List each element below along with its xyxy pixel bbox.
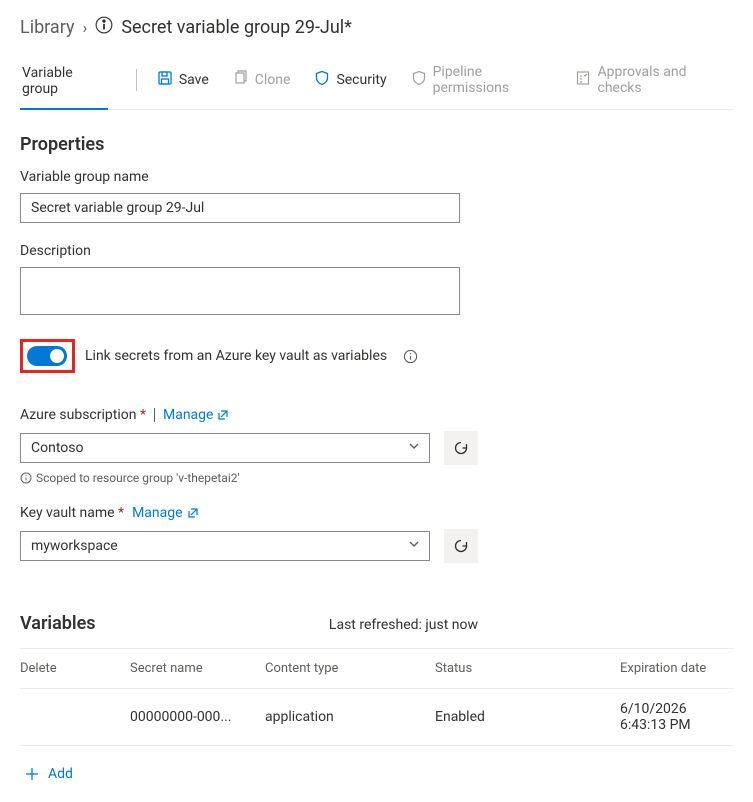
name-input[interactable] — [20, 193, 460, 223]
subscription-manage-link[interactable]: Manage — [163, 407, 229, 423]
subscription-helper: Scoped to resource group 'v-thepetai2' — [20, 471, 733, 485]
table-row[interactable]: 00000000-000... application Enabled 6/10… — [20, 689, 733, 746]
row-secret-name: 00000000-000... — [130, 697, 265, 737]
clone-button: Clone — [223, 62, 301, 102]
shield-icon — [314, 70, 330, 90]
keyvault-label: Key vault name * — [20, 505, 124, 521]
description-label: Description — [20, 243, 733, 259]
table-header: Delete Secret name Content type Status E… — [20, 649, 733, 689]
last-refreshed: Last refreshed: just now — [329, 617, 478, 633]
keyvault-select[interactable] — [20, 531, 430, 561]
clone-label: Clone — [255, 72, 291, 88]
breadcrumb: Library › Secret variable group 29-Jul* — [20, 16, 733, 39]
variable-group-icon — [95, 16, 113, 39]
row-content-type: application — [265, 697, 435, 737]
security-label: Security — [336, 72, 386, 88]
add-button[interactable]: Add — [20, 746, 733, 786]
security-button[interactable]: Security — [304, 62, 396, 102]
toggle-knob — [50, 349, 64, 363]
approvals-checks-button: Approvals and checks — [565, 56, 733, 108]
row-delete-cell — [20, 705, 130, 729]
col-delete: Delete — [20, 649, 130, 688]
properties-heading: Properties — [20, 134, 733, 155]
name-label: Variable group name — [20, 169, 733, 185]
variables-heading: Variables — [20, 613, 96, 634]
checklist-icon — [575, 70, 591, 90]
row-status: Enabled — [435, 697, 620, 737]
col-status: Status — [435, 649, 620, 688]
info-icon[interactable] — [403, 348, 418, 364]
add-label: Add — [48, 766, 73, 782]
breadcrumb-library[interactable]: Library — [20, 17, 75, 38]
variables-table: Delete Secret name Content type Status E… — [20, 648, 733, 746]
breadcrumb-current: Secret variable group 29-Jul* — [121, 17, 352, 38]
keyvault-refresh-button[interactable] — [444, 529, 478, 563]
tab-variable-group[interactable]: Variable group — [20, 55, 108, 109]
col-secret-name: Secret name — [130, 649, 265, 688]
pipeline-permissions-label: Pipeline permissions — [433, 64, 552, 96]
col-content-type: Content type — [265, 649, 435, 688]
toolbar-divider — [136, 69, 137, 91]
toggle-highlight — [20, 339, 75, 373]
link-keyvault-label: Link secrets from an Azure key vault as … — [85, 348, 387, 364]
subscription-label: Azure subscription * — [20, 407, 146, 423]
label-divider — [154, 408, 155, 422]
breadcrumb-separator: › — [83, 18, 88, 37]
clone-icon — [233, 70, 249, 90]
subscription-refresh-button[interactable] — [444, 431, 478, 465]
save-label: Save — [179, 72, 209, 88]
pipeline-permissions-button: Pipeline permissions — [401, 56, 562, 108]
link-keyvault-toggle[interactable] — [27, 346, 67, 366]
save-icon — [157, 70, 173, 90]
row-expiration: 6/10/2026 6:43:13 PM — [620, 689, 733, 745]
col-expiration: Expiration date — [620, 649, 733, 688]
subscription-select[interactable] — [20, 433, 430, 463]
save-button[interactable]: Save — [147, 62, 219, 102]
approvals-checks-label: Approvals and checks — [597, 64, 723, 96]
tab-toolbar-row: Variable group Save Clone Security — [20, 55, 733, 110]
keyvault-manage-link[interactable]: Manage — [132, 505, 198, 521]
shield-outline-icon — [411, 70, 427, 90]
description-input[interactable] — [20, 267, 460, 315]
